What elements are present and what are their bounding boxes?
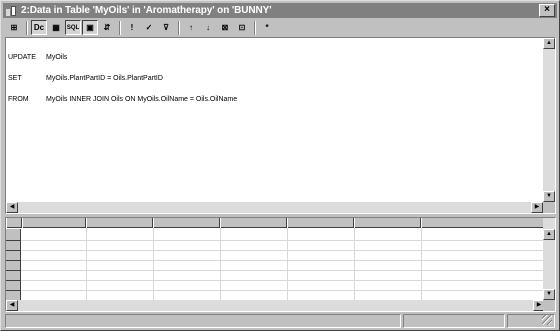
toolbar-separator [119,20,121,35]
show-grid-pane-button[interactable]: ▦ [48,20,64,35]
show-diagram-pane-button[interactable]: Dc [31,20,47,35]
add-table-button[interactable]: ⊡ [234,20,250,35]
run-button[interactable]: ! [124,20,140,35]
show-results-pane-button[interactable]: ▣ [82,20,98,35]
grid-column-header[interactable] [421,218,545,228]
grid-line [287,228,288,300]
sql-clause: MyOils [46,54,68,61]
toolbar: ⊞ Dc ▦ SQL ▣ ⇵! ✓ ⊽ ↑ ↓ ⊠ ⊡ * [3,19,557,36]
grid-line [421,228,422,300]
show-diagram-pane-icon: Dc [33,23,45,32]
scroll-up-button[interactable]: ▲ [543,38,555,49]
grid-line [21,250,545,251]
grid-column-header[interactable] [220,218,287,228]
grid-row-header[interactable] [6,241,21,251]
grid-line [21,240,545,241]
scroll-left-button[interactable]: ◀ [6,202,18,213]
status-bar [3,314,557,329]
scroll-up-button[interactable]: ▲ [543,229,555,240]
grid-line [21,270,545,271]
grid-line [21,290,545,291]
grid-column-header[interactable] [287,218,354,228]
sql-line: UPDATE MyOils [8,54,538,61]
grid-column-header[interactable] [22,218,86,228]
toolbar-separator [26,20,28,35]
verify-sql-icon: ✓ [145,23,153,32]
new-row-button[interactable]: * [259,20,275,35]
query-window-icon [5,5,18,17]
grid-row-header[interactable] [6,281,21,291]
title-bar[interactable]: 2:Data in Table 'MyOils' in 'Aromatherap… [3,3,557,18]
sort-ascending-icon: ↑ [189,23,193,32]
query-window: 2:Data in Table 'MyOils' in 'Aromatherap… [0,0,560,331]
sql-keyword: UPDATE [8,54,36,61]
window-title: 2:Data in Table 'MyOils' in 'Aromatherap… [21,5,272,16]
status-panel [507,314,555,328]
sql-horizontal-scrollbar[interactable]: ◀ ▶ [6,202,543,213]
grid-row-header[interactable] [6,251,21,261]
scroll-down-button[interactable]: ▼ [543,289,555,300]
sort-ascending-button[interactable]: ↑ [183,20,199,35]
toolbar-separator [178,20,180,35]
sql-line: SET MyOils.PlantPartID = Oils.PlantPartI… [8,75,538,82]
grid-line [220,228,221,300]
grid-vertical-scrollbar[interactable]: ▲ ▼ [543,218,555,300]
grid-line [21,280,545,281]
remove-filter-button[interactable]: ⊽ [158,20,174,35]
sql-vertical-scrollbar[interactable]: ▲ ▼ [543,38,555,202]
status-panel [5,314,401,328]
sql-editor[interactable]: UPDATE MyOils SET MyOils.PlantPartID = O… [8,40,538,202]
scroll-left-button[interactable]: ◀ [6,300,18,311]
sql-clause: MyOils INNER JOIN Oils ON MyOils.OilName… [46,96,238,103]
show-results-pane-icon: ▣ [86,23,94,32]
sql-keyword: SET [8,75,22,82]
scroll-corner [543,300,555,311]
properties-button[interactable]: ⊞ [6,20,22,35]
grid-row-header[interactable] [6,271,21,281]
sort-descending-button[interactable]: ↓ [200,20,216,35]
show-sql-pane-button[interactable]: SQL [65,20,81,35]
close-button[interactable]: × [539,4,555,17]
show-grid-pane-icon: ▦ [52,23,60,32]
grid-column-header[interactable] [153,218,220,228]
grid-corner-cell[interactable] [6,218,22,228]
new-row-icon: * [265,23,269,32]
grid-line [153,228,154,300]
results-grid[interactable]: ▲ ▼ ◀ ▶ [5,217,556,312]
run-icon: ! [130,23,134,32]
grid-line [354,228,355,300]
grid-line [21,260,545,261]
toolbar-separator [254,20,256,35]
change-query-type-icon: ⇵ [103,23,111,32]
status-panel [403,314,505,328]
properties-icon: ⊞ [10,23,18,32]
remove-filter-icon: ⊽ [163,23,169,32]
sql-line: FROM MyOils INNER JOIN Oils ON MyOils.Oi… [8,96,538,103]
grid-header [6,218,545,228]
scroll-corner [543,202,555,213]
grid-line [86,228,87,300]
change-query-type-button[interactable]: ⇵ [99,20,115,35]
grid-row-header[interactable] [6,261,21,271]
grid-column-header[interactable] [86,218,153,228]
verify-sql-button[interactable]: ✓ [141,20,157,35]
use-group-by-icon: ⊠ [221,23,229,32]
scroll-down-button[interactable]: ▼ [543,191,555,202]
use-group-by-button[interactable]: ⊠ [217,20,233,35]
scroll-right-button[interactable]: ▶ [531,202,543,213]
sql-keyword: FROM [8,96,29,103]
sql-clause: MyOils.PlantPartID = Oils.PlantPartID [46,75,163,82]
sql-pane[interactable]: UPDATE MyOils SET MyOils.PlantPartID = O… [5,37,556,214]
resize-grip[interactable] [542,315,552,325]
add-table-icon: ⊡ [238,23,246,32]
show-sql-pane-icon: SQL [66,24,80,31]
grid-row-header[interactable] [6,229,21,241]
grid-horizontal-scrollbar[interactable]: ◀ ▶ [6,300,545,311]
sort-descending-icon: ↓ [206,23,210,32]
grid-column-header[interactable] [354,218,421,228]
